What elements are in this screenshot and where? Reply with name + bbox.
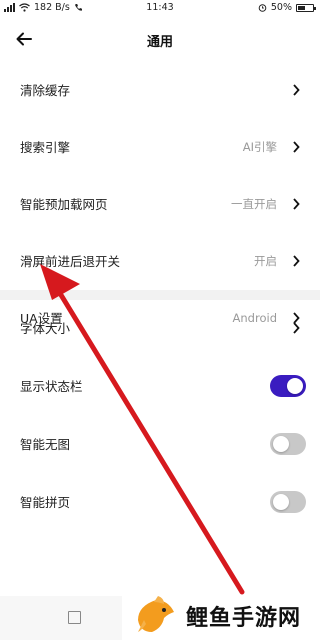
setting-label: 搜索引擎 (20, 140, 71, 155)
setting-label: 滑屏前进后退开关 (20, 254, 121, 269)
setting-smart-page-join: 智能拼页 (0, 474, 320, 531)
setting-swipe-navigation[interactable]: 滑屏前进后退开关 开启 (0, 233, 320, 290)
setting-value: AI引擎 (242, 140, 277, 154)
alarm-icon (258, 4, 267, 12)
chevron-right-icon (293, 84, 300, 96)
setting-clear-cache[interactable]: 清除缓存 (0, 62, 320, 119)
setting-label: 字体大小 (20, 321, 71, 336)
section-divider (0, 290, 320, 300)
setting-smart-no-image: 智能无图 (0, 416, 320, 473)
header: 通用 (0, 17, 320, 62)
status-bar: 182 B/s 11:43 50% (0, 0, 320, 17)
battery-percent: 50% (270, 2, 292, 13)
toggle-knob (273, 494, 289, 510)
setting-label: 显示状态栏 (20, 379, 83, 394)
setting-search-engine[interactable]: 搜索引擎 AI引擎 (0, 119, 320, 176)
battery-icon (296, 3, 316, 12)
setting-show-status-bar: 显示状态栏 (0, 358, 320, 415)
setting-label: 智能预加载网页 (20, 197, 108, 212)
smart-page-join-toggle[interactable] (270, 491, 306, 513)
chevron-right-icon (293, 255, 300, 267)
fish-logo-icon (138, 596, 174, 632)
setting-value: 一直开启 (231, 197, 277, 211)
setting-label: 智能拼页 (20, 495, 71, 510)
setting-font-size[interactable]: 字体大小 (0, 300, 320, 357)
setting-value: 开启 (254, 254, 277, 268)
show-status-bar-toggle[interactable] (270, 375, 306, 397)
chevron-right-icon (293, 198, 300, 210)
setting-smart-preload[interactable]: 智能预加载网页 一直开启 (0, 176, 320, 233)
setting-label: 清除缓存 (20, 83, 71, 98)
watermark-text: 鲤鱼手游网 (186, 606, 302, 631)
home-square-icon[interactable] (68, 611, 81, 624)
toggle-knob (287, 378, 303, 394)
setting-label: 智能无图 (20, 437, 71, 452)
status-right: 50% (258, 2, 316, 13)
page-title: 通用 (146, 35, 173, 50)
toggle-knob (273, 436, 289, 452)
watermark: 鲤鱼手游网 (122, 590, 320, 640)
smart-no-image-toggle[interactable] (270, 433, 306, 455)
chevron-right-icon (293, 141, 300, 153)
chevron-right-icon (293, 322, 300, 334)
